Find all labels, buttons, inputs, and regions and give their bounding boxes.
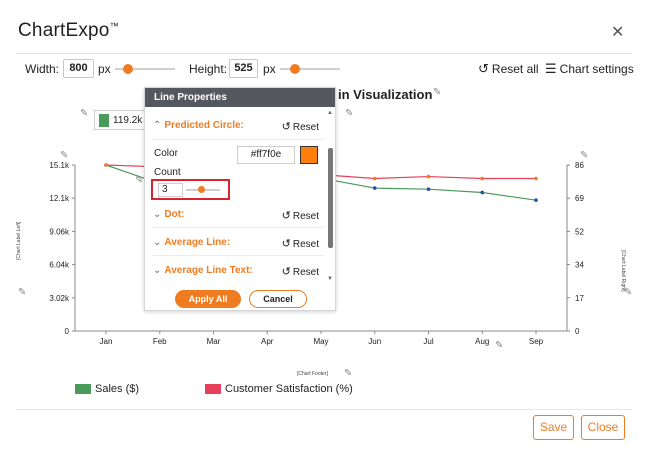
panel-scrollbar[interactable]: ▲ ▼	[327, 110, 333, 282]
section-average-line[interactable]: ⌄ Average Line: ↺ Reset	[145, 233, 329, 253]
edit-pencil-icon[interactable]: ✎	[495, 340, 503, 351]
divider	[152, 227, 324, 228]
undo-icon: ↺	[281, 238, 291, 250]
chevron-up-icon: ⌃	[153, 120, 162, 131]
section-label: Dot:	[164, 209, 185, 220]
reset-button[interactable]: ↺ Reset	[282, 120, 319, 133]
data-point	[426, 174, 431, 179]
count-input[interactable]: 3	[158, 183, 183, 197]
chart-footer-label[interactable]: [Chart Footer]	[297, 371, 328, 377]
edit-pencil-icon[interactable]: ✎	[60, 150, 68, 161]
data-point	[534, 176, 538, 181]
y-tick-label-left: 12.1k	[49, 194, 70, 203]
data-point	[534, 198, 538, 202]
edit-pencil-icon[interactable]: ✎	[345, 108, 353, 119]
section-label: Predicted Circle:	[164, 120, 244, 131]
x-tick-label: Apr	[261, 337, 274, 346]
y-tick-label-left: 0	[65, 327, 70, 336]
x-tick-label: Jun	[368, 337, 381, 346]
divider	[152, 139, 324, 140]
chevron-down-icon: ⌄	[153, 209, 162, 220]
reset-button[interactable]: ↺ Reset	[282, 265, 319, 278]
undo-icon: ↺	[281, 266, 291, 278]
count-slider[interactable]	[186, 186, 220, 193]
section-predicted-circle[interactable]: ⌃ Predicted Circle: ↺ Reset	[145, 116, 329, 136]
line-properties-panel: Line Properties ⌃ Predicted Circle: ↺ Rese…	[144, 87, 336, 311]
panel-header: Line Properties	[145, 88, 335, 107]
y-tick-label-right: 0	[575, 327, 580, 336]
edit-pencil-icon[interactable]: ✎	[18, 287, 26, 298]
edit-pencil-icon[interactable]: ✎	[80, 108, 88, 119]
edit-pencil-icon[interactable]: ✎	[344, 368, 352, 379]
scrollbar-thumb[interactable]	[328, 148, 333, 248]
legend-label: Customer Satisfaction (%)	[225, 383, 353, 395]
legend-swatch	[75, 384, 91, 394]
scroll-down-icon[interactable]: ▼	[327, 276, 333, 282]
reset-button[interactable]: ↺ Reset	[282, 209, 319, 222]
x-tick-label: Aug	[475, 337, 489, 346]
color-label: Color	[154, 148, 178, 159]
y-tick-label-left: 9.06k	[49, 227, 70, 236]
count-label: Count	[154, 167, 181, 178]
y-tick-label-right: 86	[575, 161, 584, 170]
y-tick-label-right: 34	[575, 261, 584, 270]
apply-all-button[interactable]: Apply All	[175, 290, 241, 308]
footer-divider	[16, 409, 632, 410]
section-label: Average Line Text:	[164, 265, 253, 276]
count-slider-knob[interactable]	[198, 186, 206, 193]
chevron-down-icon: ⌄	[153, 237, 162, 248]
edit-pencil-icon[interactable]: ✎	[580, 150, 588, 161]
chevron-down-icon: ⌄	[153, 265, 162, 276]
data-point	[104, 163, 108, 167]
undo-icon: ↺	[281, 121, 291, 133]
scroll-up-icon[interactable]: ▲	[327, 110, 333, 116]
data-point	[372, 176, 377, 181]
section-label: Average Line:	[164, 237, 231, 248]
legend-label: Sales ($)	[95, 383, 140, 395]
edit-pencil-icon[interactable]: ✎	[135, 175, 143, 186]
y-tick-label-right: 17	[575, 294, 584, 303]
section-dot[interactable]: ⌄ Dot: ↺ Reset	[145, 205, 329, 225]
y-tick-label-right: 52	[575, 227, 584, 236]
data-point	[480, 176, 485, 181]
data-point	[426, 187, 431, 191]
save-button[interactable]: Save	[533, 415, 574, 440]
data-point	[480, 190, 485, 195]
reset-label: Reset	[292, 267, 319, 278]
color-hex-input[interactable]: #ff7f0e	[237, 146, 295, 164]
y-tick-label-left: 15.1k	[49, 161, 70, 170]
x-tick-label: Jul	[423, 337, 433, 346]
reset-button[interactable]: ↺ Reset	[282, 237, 319, 250]
data-point	[372, 186, 377, 190]
chart-title[interactable]: in Visualization	[338, 87, 432, 102]
close-button[interactable]: Close	[581, 415, 625, 440]
x-tick-label: May	[313, 337, 328, 346]
divider	[152, 255, 324, 256]
y-tick-label-left: 3.02k	[49, 294, 70, 303]
y-tick-label-left: 6.04k	[49, 261, 70, 270]
y-axis-label-left[interactable]: [Chart Label Left]	[16, 222, 22, 260]
legend-swatch	[205, 384, 221, 394]
reset-label: Reset	[292, 239, 319, 250]
y-axis-label-right[interactable]: [Chart Label Right]	[620, 250, 626, 292]
color-swatch[interactable]	[300, 146, 318, 164]
x-tick-label: Sep	[529, 337, 544, 346]
x-tick-label: Jan	[100, 337, 113, 346]
tooltip-value: 119.2k	[113, 115, 143, 126]
reset-label: Reset	[292, 122, 319, 133]
tooltip-swatch	[99, 114, 109, 127]
section-average-line-text[interactable]: ⌄ Average Line Text: ↺ Reset	[145, 261, 329, 281]
edit-title-pencil-icon[interactable]: ✎	[433, 87, 441, 98]
undo-icon: ↺	[281, 210, 291, 222]
reset-label: Reset	[292, 211, 319, 222]
cancel-button[interactable]: Cancel	[249, 290, 307, 308]
x-tick-label: Feb	[153, 337, 167, 346]
count-highlight: 3	[151, 179, 230, 200]
y-tick-label-right: 69	[575, 194, 584, 203]
x-tick-label: Mar	[207, 337, 221, 346]
